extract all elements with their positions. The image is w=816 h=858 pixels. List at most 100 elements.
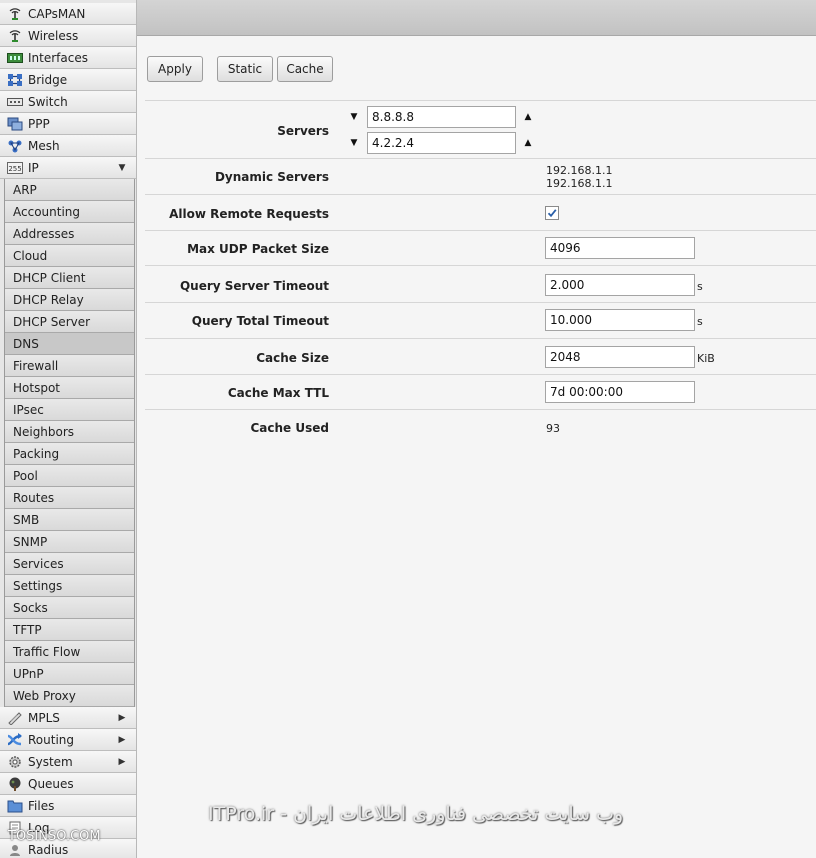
- max-udp-packet-size-input[interactable]: [545, 237, 695, 259]
- allow-remote-requests-label: Allow Remote Requests: [169, 207, 329, 221]
- sidebar-item-ppp[interactable]: PPP: [0, 113, 136, 135]
- sidebar-item-wireless[interactable]: Wireless: [0, 25, 136, 47]
- watermark-left: TOSINSO.COM: [8, 829, 101, 844]
- sidebar-item-queues[interactable]: Queues: [0, 773, 136, 795]
- chevron-right-icon: ▶: [118, 712, 126, 723]
- query-total-timeout-unit: s: [697, 315, 703, 328]
- files-icon: [7, 799, 23, 813]
- static-button[interactable]: Static: [217, 56, 273, 82]
- separator: [145, 374, 816, 375]
- sidebar: CAPsMAN Wireless Interfaces Bridge Switc…: [0, 0, 137, 858]
- sidebar-item-label: CAPsMAN: [28, 6, 86, 21]
- sidebar-item-system[interactable]: System ▶: [0, 751, 136, 773]
- apply-button[interactable]: Apply: [147, 56, 203, 82]
- chevron-right-icon: ▶: [118, 734, 126, 745]
- move-up-icon[interactable]: ▲: [523, 139, 533, 148]
- checkmark-icon: [547, 209, 557, 218]
- ip-submenu-item-hotspot[interactable]: Hotspot: [5, 377, 134, 399]
- ip-submenu-item-traffic-flow[interactable]: Traffic Flow: [5, 641, 134, 663]
- sidebar-item-ip[interactable]: 255 IP ▼: [0, 157, 136, 179]
- sidebar-item-capsman[interactable]: CAPsMAN: [0, 3, 136, 25]
- sidebar-item-label: Files: [28, 798, 55, 813]
- sidebar-item-routing[interactable]: Routing ▶: [0, 729, 136, 751]
- ip-submenu-item-web-proxy[interactable]: Web Proxy: [5, 685, 134, 707]
- wireless-icon: [7, 29, 23, 43]
- ip-submenu-item-accounting[interactable]: Accounting: [5, 201, 134, 223]
- dynamic-servers-label: Dynamic Servers: [214, 170, 329, 184]
- ip-submenu-item-dns[interactable]: DNS: [5, 333, 134, 355]
- sidebar-item-label: Interfaces: [28, 50, 88, 65]
- separator: [145, 409, 816, 410]
- sidebar-item-bridge[interactable]: Bridge: [0, 69, 136, 91]
- ip-submenu-item-upnp[interactable]: UPnP: [5, 663, 134, 685]
- allow-remote-requests-checkbox[interactable]: [545, 206, 559, 220]
- ip-submenu-item-firewall[interactable]: Firewall: [5, 355, 134, 377]
- ip-submenu-item-tftp[interactable]: TFTP: [5, 619, 134, 641]
- ip-submenu-item-addresses[interactable]: Addresses: [5, 223, 134, 245]
- interfaces-icon: [7, 51, 23, 65]
- cache-size-unit: KiB: [697, 352, 715, 365]
- sidebar-item-label: Mesh: [28, 138, 60, 153]
- svg-text:255: 255: [8, 165, 21, 173]
- separator: [145, 302, 816, 303]
- move-up-icon[interactable]: ▲: [523, 113, 533, 122]
- sidebar-item-files[interactable]: Files: [0, 795, 136, 817]
- query-total-timeout-input[interactable]: [545, 309, 695, 331]
- sidebar-item-label: IP: [28, 160, 39, 175]
- sidebar-item-switch[interactable]: Switch: [0, 91, 136, 113]
- ip-submenu-item-snmp[interactable]: SNMP: [5, 531, 134, 553]
- ip-submenu-item-ipsec[interactable]: IPsec: [5, 399, 134, 421]
- sidebar-item-label: Queues: [28, 776, 74, 791]
- collapse-server-icon[interactable]: ▼: [349, 113, 359, 122]
- sidebar-item-label: Routing: [28, 732, 75, 747]
- ip-submenu-item-routes[interactable]: Routes: [5, 487, 134, 509]
- ppp-icon: [7, 117, 23, 131]
- ip-submenu-item-dhcp-client[interactable]: DHCP Client: [5, 267, 134, 289]
- separator: [145, 338, 816, 339]
- sidebar-item-interfaces[interactable]: Interfaces: [0, 47, 136, 69]
- sidebar-item-label: MPLS: [28, 710, 60, 725]
- ip-submenu-item-socks[interactable]: Socks: [5, 597, 134, 619]
- bridge-icon: [7, 73, 23, 87]
- server-1-input[interactable]: [367, 106, 516, 128]
- servers-label: Servers: [277, 124, 329, 138]
- ip-submenu-item-pool[interactable]: Pool: [5, 465, 134, 487]
- query-total-timeout-label: Query Total Timeout: [191, 314, 329, 328]
- ip-submenu-item-dhcp-relay[interactable]: DHCP Relay: [5, 289, 134, 311]
- sidebar-item-label: Radius: [28, 842, 69, 857]
- watermark-right: ITPro.ir - وب سایت تخصصی فناوری اطلاعات …: [208, 803, 624, 825]
- sidebar-item-mesh[interactable]: Mesh: [0, 135, 136, 157]
- sidebar-item-label: Wireless: [28, 28, 79, 43]
- cache-max-ttl-label: Cache Max TTL: [227, 386, 329, 400]
- mesh-icon: [7, 139, 23, 153]
- ip-submenu-item-arp[interactable]: ARP: [5, 179, 134, 201]
- cache-size-label: Cache Size: [256, 351, 329, 365]
- ip-submenu-item-dhcp-server[interactable]: DHCP Server: [5, 311, 134, 333]
- ip-submenu-item-packing[interactable]: Packing: [5, 443, 134, 465]
- ip-icon: 255: [7, 161, 23, 175]
- max-udp-packet-size-label: Max UDP Packet Size: [187, 242, 329, 256]
- query-server-timeout-unit: s: [697, 280, 703, 293]
- ip-submenu-item-smb[interactable]: SMB: [5, 509, 134, 531]
- mpls-icon: [7, 711, 23, 725]
- collapse-server-icon[interactable]: ▼: [349, 139, 359, 148]
- cache-button[interactable]: Cache: [277, 56, 333, 82]
- chevron-right-icon: ▶: [118, 756, 126, 767]
- ip-submenu-item-services[interactable]: Services: [5, 553, 134, 575]
- ip-submenu-item-cloud[interactable]: Cloud: [5, 245, 134, 267]
- system-icon: [7, 755, 23, 769]
- cache-max-ttl-input[interactable]: [545, 381, 695, 403]
- cache-size-input[interactable]: [545, 346, 695, 368]
- server-2-input[interactable]: [367, 132, 516, 154]
- switch-icon: [7, 95, 23, 109]
- cache-used-value: 93: [546, 422, 560, 435]
- separator: [145, 230, 816, 231]
- sidebar-item-mpls[interactable]: MPLS ▶: [0, 707, 136, 729]
- radius-icon: [7, 843, 23, 857]
- query-server-timeout-label: Query Server Timeout: [179, 279, 329, 293]
- ip-submenu-item-settings[interactable]: Settings: [5, 575, 134, 597]
- query-server-timeout-input[interactable]: [545, 274, 695, 296]
- sidebar-item-label: Switch: [28, 94, 68, 109]
- ip-submenu-item-neighbors[interactable]: Neighbors: [5, 421, 134, 443]
- separator: [145, 265, 816, 266]
